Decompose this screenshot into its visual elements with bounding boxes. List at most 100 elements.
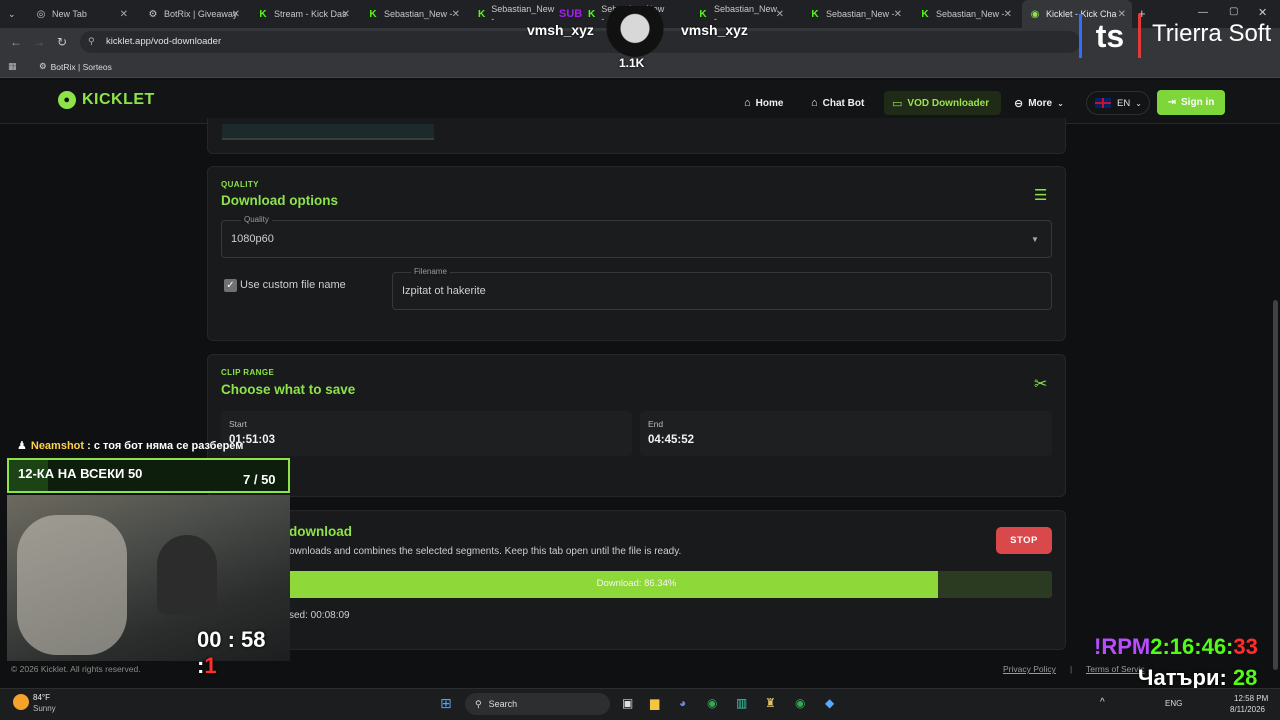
start-time-box[interactable]	[221, 411, 632, 456]
trierra-soft-logo: ts	[1079, 14, 1141, 58]
custom-name-checkbox[interactable]: ✓	[224, 279, 237, 292]
chevron-down-icon: ⌄	[1135, 98, 1142, 108]
browser-tab[interactable]: ⚙ BotRix | Giveaway ✕	[140, 0, 246, 28]
footer-divider: |	[1070, 664, 1073, 674]
forward-icon[interactable]: →	[33, 35, 45, 49]
nav-chat-bot[interactable]: ⌂ Chat Bot	[803, 91, 872, 115]
browser-tab[interactable]: K Sebastian_New - ✕	[912, 0, 1018, 28]
kick-icon: K	[369, 8, 377, 20]
caret-down-icon: ▼	[1031, 235, 1039, 244]
botrix-icon: ⚙	[148, 8, 158, 20]
page-scrollbar[interactable]	[1273, 300, 1278, 670]
browser-tab[interactable]: K Sebastian_New - ✕	[360, 0, 466, 28]
clip-eyebrow: CLIP RANGE	[221, 368, 275, 377]
taskbar-lang[interactable]: ENG	[1165, 699, 1182, 708]
filename-input[interactable]	[392, 272, 1052, 310]
close-icon[interactable]: ✕	[232, 9, 240, 20]
nav-vod-downloader[interactable]: ▭ VOD Downloader	[884, 91, 1001, 115]
maximize-icon[interactable]: ▢	[1229, 6, 1238, 17]
uk-flag-icon	[1095, 98, 1111, 108]
back-icon[interactable]: ←	[10, 35, 22, 49]
elapsed-time: sed: 00:08:09	[289, 610, 350, 621]
chevron-down-icon: ⌄	[1057, 98, 1064, 108]
app-diamond-icon[interactable]: ◆	[825, 696, 834, 710]
close-icon[interactable]: ✕	[894, 9, 902, 20]
file-explorer-icon[interactable]: ▆	[650, 696, 659, 710]
browser-tab[interactable]: K Sebastian_New - ✕	[802, 0, 908, 28]
app-icon[interactable]: ♜	[765, 696, 776, 710]
user-badge-icon: ♟	[17, 440, 27, 452]
home-icon: ⌂	[744, 97, 751, 109]
footer-copyright: © 2026 Kicklet. All rights reserved.	[11, 664, 141, 674]
login-icon: ⇥	[1167, 97, 1177, 108]
close-icon[interactable]: ✕	[1004, 9, 1012, 20]
download-description: ownloads and combines the selected segme…	[289, 546, 682, 557]
windows-taskbar	[0, 688, 1280, 720]
reload-icon[interactable]: ↻	[57, 35, 67, 49]
check-icon: ✓	[226, 280, 235, 291]
apps-grid-icon[interactable]: ▦	[8, 61, 17, 72]
audio-app-icon[interactable]: ▥	[736, 696, 747, 710]
taskbar-date[interactable]: 8/11/2026	[1230, 705, 1265, 714]
nav-more[interactable]: ⊖ More ⌄	[1006, 91, 1072, 115]
search-icon: ⚲	[475, 698, 482, 709]
quality-select-label: Quality	[241, 215, 272, 224]
taskbar-search[interactable]: ⚲ Search	[465, 693, 610, 715]
download-progress-label: Download: 86.34%	[596, 578, 677, 589]
site-info-icon[interactable]: ⚲	[88, 36, 95, 47]
overlay-count: 1.1K	[619, 56, 645, 70]
privacy-link[interactable]: Privacy Policy	[1003, 664, 1056, 674]
discord-icon[interactable]: ◕	[679, 696, 686, 710]
chair-shape	[17, 515, 127, 655]
close-icon[interactable]: ✕	[776, 9, 784, 20]
chat-alert: ♟ Neamshot : с тоя бот няма се разберем	[17, 440, 244, 452]
stop-button[interactable]: STOP	[996, 527, 1052, 554]
window-close-icon[interactable]: ✕	[1258, 6, 1267, 19]
close-icon[interactable]: ✕	[452, 9, 460, 20]
rpm-counter: !RPM2:16:46:33	[1094, 634, 1258, 659]
close-icon[interactable]: ✕	[120, 9, 128, 20]
video-thumbnail	[222, 124, 434, 140]
scissors-icon: ✂	[1034, 376, 1048, 393]
end-label: End	[648, 419, 664, 429]
tab-search-button[interactable]: ⌄	[0, 0, 24, 28]
sub-goal-bar: 12-КА НА ВСЕКИ 50 7 / 50	[7, 458, 290, 493]
bot-icon: ⌂	[811, 97, 818, 109]
end-time-box[interactable]	[640, 411, 1052, 456]
bookmark-botrix[interactable]: ⚙ BotRix | Sorteos	[39, 61, 112, 72]
minimize-icon[interactable]: —	[1198, 7, 1208, 18]
chrome-active-icon[interactable]: ◉	[795, 696, 805, 710]
streamer-figure	[157, 535, 217, 615]
weather-temp: 84°F	[33, 693, 50, 702]
overlay-sub-badge: SUB	[559, 8, 583, 20]
trierra-soft-brand: Trierra Soft	[1152, 20, 1272, 47]
nav-home[interactable]: ⌂ Home	[736, 91, 791, 115]
kicklet-logo[interactable]: ● KICKLET	[58, 91, 155, 109]
sign-in-button[interactable]: ⇥ Sign in	[1157, 90, 1225, 115]
sub-goal-label: 12-КА НА ВСЕКИ 50	[18, 466, 143, 481]
kick-icon: K	[259, 8, 267, 20]
quality-select[interactable]	[221, 220, 1052, 258]
terms-link[interactable]: Terms of Servic	[1086, 664, 1145, 674]
task-view-icon[interactable]: ▣	[622, 696, 633, 710]
custom-name-label: Use custom file name	[240, 279, 346, 291]
overlay-name-left: vmsh_xyz	[527, 22, 594, 38]
browser-tab[interactable]: ◎ New Tab ✕	[28, 0, 134, 28]
webcam-feed: 00 : 58 :1	[7, 495, 290, 678]
kicklet-icon: ◉	[1030, 8, 1040, 20]
chrome-icon[interactable]: ◉	[707, 696, 717, 710]
kick-icon: K	[478, 8, 486, 20]
browser-tab[interactable]: K Stream - Kick Das ✕	[250, 0, 356, 28]
quality-select-value: 1080p60	[231, 233, 274, 245]
sub-goal-count: 7 / 50	[243, 472, 276, 487]
taskbar-time[interactable]: 12:58 PM	[1234, 694, 1268, 703]
windows-start-icon[interactable]: ⊞	[440, 695, 452, 712]
overlay-name-right: vmsh_xyz	[681, 22, 748, 38]
kick-icon: K	[699, 8, 707, 20]
weather-desc: Sunny	[33, 704, 56, 713]
download-title: download	[289, 524, 352, 539]
tray-chevron-icon[interactable]: ^	[1100, 697, 1105, 708]
language-selector[interactable]: EN ⌄	[1086, 91, 1150, 115]
close-icon[interactable]: ✕	[342, 9, 350, 20]
weather-sun-icon[interactable]	[13, 694, 29, 710]
